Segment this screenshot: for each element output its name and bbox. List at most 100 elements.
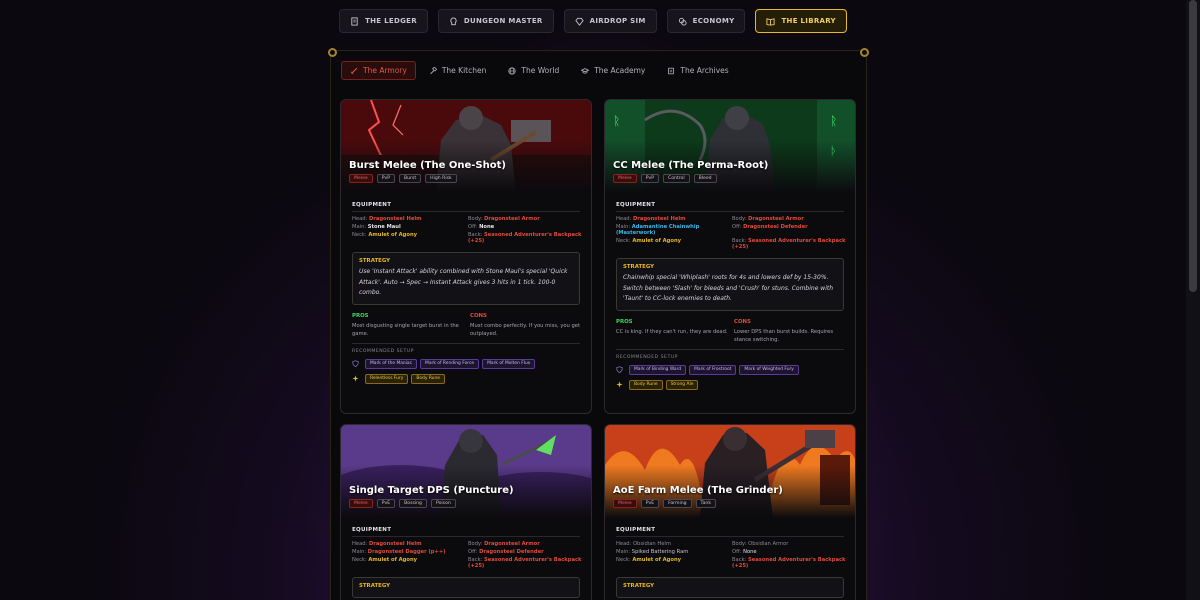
tab-the-world[interactable]: The World bbox=[499, 61, 568, 80]
tag-badge: Poison bbox=[430, 499, 456, 508]
rune-chip[interactable]: Relentless Fury bbox=[365, 373, 409, 384]
tag-badge: High Risk bbox=[425, 174, 457, 183]
nav-label: AIRDROP SIM bbox=[589, 17, 646, 25]
tab-the-kitchen[interactable]: The Kitchen bbox=[420, 61, 496, 80]
card-tags: Melee PvE Farming Tank bbox=[613, 499, 716, 508]
gem-icon bbox=[574, 17, 584, 26]
main-item: Dragonsteel Dagger (p++) bbox=[367, 549, 446, 555]
pros-text: Most disgusting single target burst in t… bbox=[352, 322, 459, 337]
neck-item: Amulet of Agony bbox=[632, 557, 682, 563]
tab-the-academy[interactable]: The Academy bbox=[572, 61, 654, 80]
slot-label: Main: bbox=[352, 224, 367, 230]
tag-badge: PvE bbox=[640, 499, 660, 508]
tag-badge: Control bbox=[662, 174, 690, 183]
slot-label: Off: bbox=[468, 549, 478, 555]
slot-label: Head: bbox=[616, 216, 632, 222]
neck-item: Amulet of Agony bbox=[368, 232, 418, 238]
tab-the-armory[interactable]: The Armory bbox=[341, 61, 416, 80]
tag-badge: PvE bbox=[376, 499, 396, 508]
book-icon bbox=[766, 17, 776, 26]
mark-chip[interactable]: Mark of Frostroot bbox=[689, 364, 737, 375]
runes-row: Body Rune Strong Ale bbox=[616, 379, 844, 390]
cons-text: Lower DPS than burst builds. Requires st… bbox=[734, 328, 834, 343]
top-nav: THE LEDGER DUNGEON MASTER AIRDROP SIM EC… bbox=[0, 9, 1186, 33]
slot-label: Main: bbox=[352, 549, 367, 555]
tab-the-archives[interactable]: The Archives bbox=[658, 61, 737, 80]
tab-label: The Academy bbox=[594, 66, 646, 75]
back-item: Seasoned Adventurer's Backpack (+25) bbox=[468, 232, 582, 244]
pros-label: PROS bbox=[352, 312, 369, 319]
nav-airdrop-sim[interactable]: AIRDROP SIM bbox=[563, 9, 657, 33]
mark-chip[interactable]: Mark of Weighted Fury bbox=[739, 364, 799, 375]
tag-badge: Bossing bbox=[399, 499, 427, 508]
nav-label: ECONOMY bbox=[692, 17, 735, 25]
cons-label: CONS bbox=[470, 312, 487, 319]
off-item: None bbox=[743, 549, 757, 555]
shield-icon bbox=[616, 366, 623, 373]
library-subtabs: The Armory The Kitchen The World The Aca… bbox=[341, 61, 738, 80]
slot-label: Off: bbox=[732, 549, 742, 555]
tag-badge: Melee bbox=[613, 174, 637, 183]
slot-label: Neck: bbox=[352, 232, 367, 238]
card-tags: Melee PvE Bossing Poison bbox=[349, 499, 456, 508]
scrollbar-thumb[interactable] bbox=[1189, 0, 1197, 292]
neck-item: Amulet of Agony bbox=[632, 238, 682, 244]
equipment-grid: Head: Dragonsteel Helm Body: Dragonsteel… bbox=[616, 216, 846, 250]
slot-label: Neck: bbox=[616, 238, 631, 244]
svg-text:ᚱ: ᚱ bbox=[613, 114, 620, 128]
build-card[interactable]: ᚱ ᚱ ᚦ CC Melee (The Perma-Root) Melee Pv… bbox=[604, 99, 856, 414]
strategy-label: STRATEGY bbox=[623, 264, 655, 270]
nav-economy[interactable]: ECONOMY bbox=[666, 9, 746, 33]
strategy-box: STRATEGY Chainwhip special 'Whiplash' ro… bbox=[616, 258, 844, 311]
nav-label: THE LEDGER bbox=[365, 17, 417, 25]
rune-chip[interactable]: Body Rune bbox=[411, 373, 445, 384]
nav-the-ledger[interactable]: THE LEDGER bbox=[339, 9, 428, 33]
page-scrollbar[interactable] bbox=[1186, 0, 1200, 600]
tag-badge: Bleed bbox=[693, 174, 717, 183]
build-card[interactable]: Burst Melee (The One-Shot) Melee PvP Bur… bbox=[340, 99, 592, 414]
slot-label: Body: bbox=[468, 216, 483, 222]
build-card[interactable]: Single Target DPS (Puncture) Melee PvE B… bbox=[340, 424, 592, 600]
card-hero-image: AoE Farm Melee (The Grinder) Melee PvE F… bbox=[605, 425, 855, 518]
tag-badge: Melee bbox=[349, 499, 373, 508]
hammer-icon bbox=[430, 66, 437, 74]
strategy-label: STRATEGY bbox=[623, 583, 655, 589]
mark-chip[interactable]: Mark of Rending Force bbox=[420, 358, 480, 369]
slot-label: Body: bbox=[468, 541, 483, 547]
slot-label: Neck: bbox=[352, 557, 367, 563]
tag-badge: Melee bbox=[613, 499, 637, 508]
recommended-setup-heading: RECOMMENDED SETUP bbox=[616, 354, 678, 360]
pros-text: CC is king. If they can't run, they are … bbox=[616, 328, 728, 335]
rune-chip[interactable]: Body Rune bbox=[629, 379, 663, 390]
back-item: Seasoned Adventurer's Backpack (+25) bbox=[732, 238, 846, 250]
off-item: Dragonsteel Defender bbox=[743, 224, 808, 230]
equipment-heading: EQUIPMENT bbox=[352, 202, 580, 212]
nav-the-library[interactable]: THE LIBRARY bbox=[755, 9, 847, 33]
tab-label: The Archives bbox=[680, 66, 729, 75]
tag-badge: Farming bbox=[663, 499, 692, 508]
cap-icon bbox=[581, 67, 590, 74]
tag-badge: Tank bbox=[695, 499, 716, 508]
build-card[interactable]: AoE Farm Melee (The Grinder) Melee PvE F… bbox=[604, 424, 856, 600]
mark-chip[interactable]: Mark of Binding Ward bbox=[629, 364, 687, 375]
card-hero-image: Single Target DPS (Puncture) Melee PvE B… bbox=[341, 425, 591, 518]
sparkle-icon bbox=[616, 381, 623, 388]
equipment-heading: EQUIPMENT bbox=[616, 527, 844, 537]
strategy-text: Use 'Instant Attack' ability combined wi… bbox=[359, 268, 568, 296]
equipment-grid: Head: Dragonsteel Helm Body: Dragonsteel… bbox=[352, 541, 581, 569]
tab-label: The Armory bbox=[363, 66, 407, 75]
head-item: Dragonsteel Helm bbox=[368, 216, 422, 222]
mark-chip[interactable]: Mark of Molten Flux bbox=[482, 358, 536, 369]
main-item: Stone Maul bbox=[367, 224, 401, 230]
cons-label: CONS bbox=[734, 318, 751, 325]
nav-dungeon-master[interactable]: DUNGEON MASTER bbox=[437, 9, 554, 33]
mark-chip[interactable]: Mark of the Maniac bbox=[365, 358, 418, 369]
rune-chip[interactable]: Strong Ale bbox=[665, 379, 699, 390]
body-item: Dragonsteel Armor bbox=[484, 541, 540, 547]
globe-icon bbox=[508, 66, 516, 75]
slot-label: Body: bbox=[732, 216, 747, 222]
ledger-icon bbox=[351, 16, 358, 26]
card-title: Burst Melee (The One-Shot) bbox=[349, 160, 506, 171]
head-item: Obsidian Helm bbox=[632, 541, 671, 547]
library-panel: The Armory The Kitchen The World The Aca… bbox=[328, 48, 869, 600]
